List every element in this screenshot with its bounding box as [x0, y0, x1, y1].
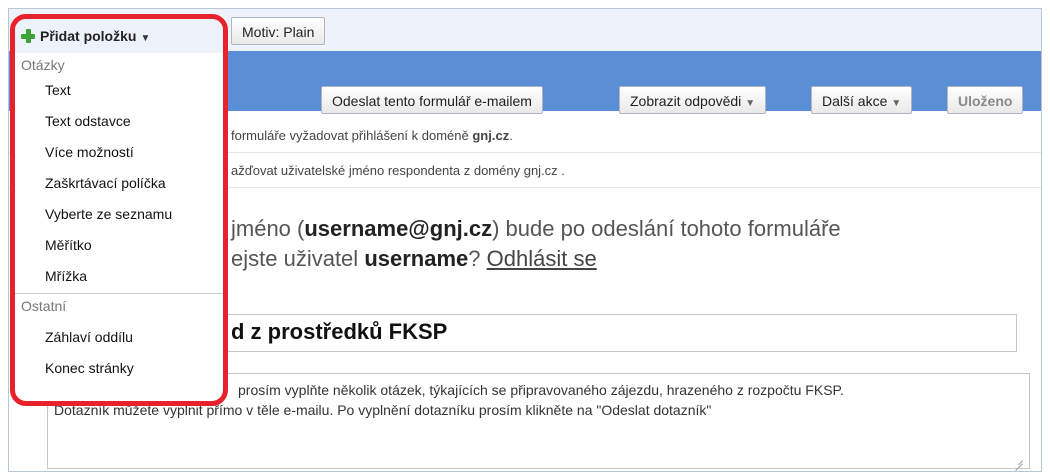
login-required-suffix: . [509, 128, 513, 143]
more-actions-label: Další akce [822, 93, 888, 109]
add-item-label: Přidat položku [40, 28, 137, 44]
menu-item-multiple-choice[interactable]: Více možností [45, 144, 134, 160]
resize-grip-icon[interactable] [1013, 454, 1023, 464]
signin-username: username [364, 246, 469, 271]
send-email-label: Odeslat tento formulář e-mailem [332, 93, 532, 109]
plus-icon [20, 28, 36, 44]
theme-label: Motiv: Plain [242, 24, 315, 40]
logout-link[interactable]: Odhlásit se [487, 246, 597, 271]
menu-item-checkboxes[interactable]: Zaškrtávací políčka [45, 175, 166, 191]
more-actions-button[interactable]: Další akce ▼ [811, 86, 913, 114]
menu-item-text[interactable]: Text [45, 82, 71, 98]
send-email-button[interactable]: Odeslat tento formulář e-mailem [321, 86, 543, 114]
form-title-text: d z prostředků FKSP [231, 319, 448, 344]
view-responses-button[interactable]: Zobrazit odpovědi ▼ [619, 86, 767, 114]
add-item-header: Přidat položku ▼ [15, 19, 223, 53]
signin-line1-prefix: jméno ( [231, 216, 305, 241]
chevron-down-icon: ▼ [891, 98, 902, 109]
signin-question-mark: ? [468, 246, 481, 271]
menu-item-paragraph-text[interactable]: Text odstavce [45, 113, 131, 129]
theme-button[interactable]: Motiv: Plain [231, 17, 326, 45]
menu-divider [15, 293, 223, 294]
menu-item-grid[interactable]: Mřížka [45, 268, 87, 284]
login-required-text: formuláře vyžadovat přihlášení k doméně [231, 128, 469, 143]
saved-button[interactable]: Uloženo [947, 86, 1024, 114]
add-item-button[interactable]: Přidat položku ▼ [20, 23, 156, 49]
signin-email: username@gnj.cz [304, 216, 493, 241]
chevron-down-icon: ▼ [140, 33, 151, 44]
menu-item-choose-from-list[interactable]: Vyberte ze seznamu [45, 206, 172, 222]
collect-username-text: ažďovat uživatelské jméno respondenta z … [231, 163, 565, 178]
menu-item-page-break[interactable]: Konec stránky [45, 360, 134, 376]
view-responses-label: Zobrazit odpovědi [630, 93, 742, 109]
signin-line2-prefix: ejste uživatel [231, 246, 359, 271]
signin-line1-suffix: ) bude po odeslání tohoto formuláře [492, 216, 841, 241]
other-section-header: Ostatní [21, 298, 67, 314]
add-item-menu: Přidat položku ▼ Otázky Text Text odstavc… [10, 14, 228, 406]
menu-item-section-header[interactable]: Záhlaví oddílu [45, 329, 133, 345]
menu-item-scale[interactable]: Měřítko [45, 237, 92, 253]
saved-label: Uloženo [958, 93, 1013, 109]
questions-section-header: Otázky [21, 57, 65, 73]
chevron-down-icon: ▼ [745, 98, 756, 109]
login-domain: gnj.cz [472, 128, 510, 143]
